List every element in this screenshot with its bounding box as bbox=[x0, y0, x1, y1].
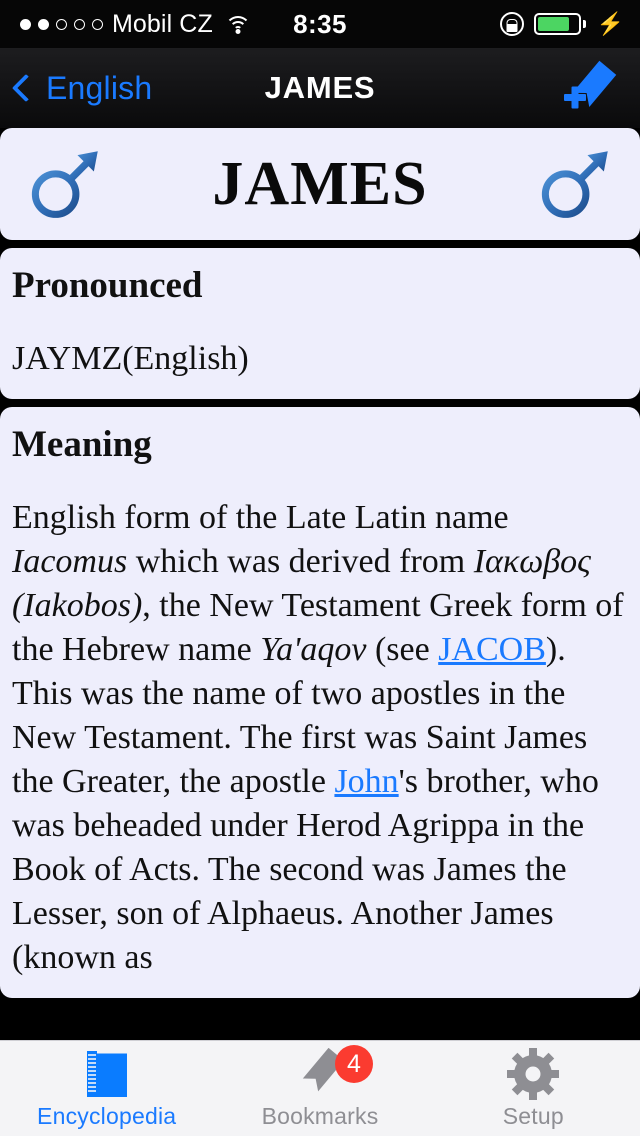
name-title: JAMES bbox=[212, 149, 428, 218]
pronounced-heading: Pronounced bbox=[12, 265, 203, 306]
rotation-lock-icon bbox=[499, 12, 524, 36]
tab-setup[interactable]: Setup bbox=[427, 1041, 640, 1136]
pronounced-card: Pronounced JAYMZ(English) bbox=[0, 248, 640, 399]
app-screen: Mobil CZ 8:35 ⚡ English JAMES JAMES Pron… bbox=[0, 0, 640, 1136]
add-bookmark-button[interactable] bbox=[554, 56, 618, 120]
tab-bookmarks-label: Bookmarks bbox=[261, 1103, 379, 1129]
status-bar-clock: 8:35 bbox=[293, 8, 347, 39]
navigation-bar: English JAMES bbox=[0, 48, 640, 128]
male-gender-icon-left bbox=[31, 151, 98, 218]
male-gender-icon-right bbox=[541, 151, 608, 218]
tab-encyclopedia-label: Encyclopedia bbox=[37, 1103, 177, 1129]
meaning-body: English form of the Late Latin name Iaco… bbox=[12, 499, 624, 976]
bookmarks-badge: 4 bbox=[334, 1045, 373, 1083]
bookmark-ribbon-icon: 4 bbox=[293, 1045, 373, 1101]
book-icon bbox=[84, 1047, 130, 1101]
add-bookmark-icon bbox=[564, 60, 617, 109]
name-header-card: JAMES bbox=[0, 128, 640, 240]
status-bar: Mobil CZ 8:35 ⚡ bbox=[0, 0, 640, 48]
page-title: JAMES bbox=[264, 70, 376, 105]
tab-setup-label: Setup bbox=[502, 1103, 564, 1129]
meaning-card: Meaning English form of the Late Latin n… bbox=[0, 407, 640, 998]
link-john[interactable]: John bbox=[334, 763, 398, 800]
link-jacob[interactable]: JACOB bbox=[438, 631, 546, 668]
meaning-heading: Meaning bbox=[12, 424, 152, 465]
tab-bar: Encyclopedia 4 Bookmarks Setup bbox=[0, 1040, 640, 1136]
gear-icon bbox=[507, 1047, 560, 1101]
article-scroll-view[interactable]: JAMES Pronounced JAYMZ(English) Meaning … bbox=[0, 128, 640, 1040]
tab-encyclopedia[interactable]: Encyclopedia bbox=[0, 1041, 213, 1136]
tab-bookmarks[interactable]: 4 Bookmarks bbox=[213, 1041, 426, 1136]
pronounced-body: JAYMZ(English) bbox=[12, 340, 249, 377]
